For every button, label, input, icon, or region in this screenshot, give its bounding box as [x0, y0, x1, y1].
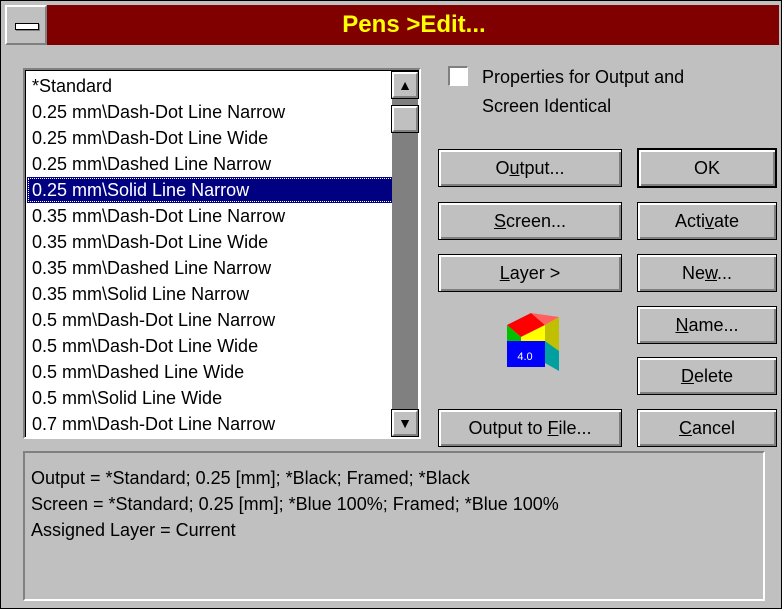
info-line-output: Output = *Standard; 0.25 [mm]; *Black; F…: [31, 468, 470, 488]
screen-button[interactable]: Screen...: [438, 202, 622, 240]
info-line-screen: Screen = *Standard; 0.25 [mm]; *Blue 100…: [31, 494, 559, 514]
list-item[interactable]: 0.35 mm\Dash-Dot Line Narrow: [27, 203, 394, 229]
list-item[interactable]: 0.5 mm\Solid Line Wide: [27, 385, 394, 411]
output-to-file-button[interactable]: Output to File...: [438, 409, 622, 447]
list-item-selected[interactable]: 0.25 mm\Solid Line Narrow: [27, 177, 394, 203]
pen-info-panel: Output = *Standard; 0.25 [mm]; *Black; F…: [23, 451, 765, 601]
output-button[interactable]: Output...: [438, 149, 622, 187]
list-item[interactable]: 0.35 mm\Solid Line Narrow: [27, 281, 394, 307]
list-item[interactable]: 0.25 mm\Dash-Dot Line Wide: [27, 125, 394, 151]
pen-list-items: *Standard 0.25 mm\Dash-Dot Line Narrow 0…: [27, 73, 394, 437]
list-scrollbar[interactable]: ▲ ▼: [392, 72, 418, 436]
info-line-layer: Assigned Layer = Current: [31, 520, 236, 540]
scroll-down-button[interactable]: ▼: [392, 410, 418, 436]
delete-button[interactable]: Delete: [637, 357, 777, 395]
pens-edit-dialog: Pens >Edit... *Standard 0.25 mm\Dash-Dot…: [0, 0, 782, 609]
product-logo-icon: 4.0: [507, 313, 559, 371]
scroll-thumb[interactable]: [392, 106, 418, 132]
list-item[interactable]: 0.25 mm\Dashed Line Narrow: [27, 151, 394, 177]
list-item[interactable]: 0.5 mm\Dashed Line Wide: [27, 359, 394, 385]
name-button[interactable]: Name...: [637, 306, 777, 344]
title-bar: Pens >Edit...: [5, 5, 779, 45]
cancel-button[interactable]: Cancel: [637, 409, 777, 447]
identical-properties-checkbox[interactable]: [448, 66, 468, 86]
arrow-up-icon: ▲: [398, 77, 412, 93]
pen-list[interactable]: *Standard 0.25 mm\Dash-Dot Line Narrow 0…: [23, 68, 421, 439]
list-item[interactable]: 0.7 mm\Dash-Dot Line Narrow: [27, 411, 394, 437]
new-button[interactable]: New...: [637, 254, 777, 292]
list-item[interactable]: 0.25 mm\Dash-Dot Line Narrow: [27, 99, 394, 125]
identical-properties-label[interactable]: Properties for Output and Screen Identic…: [482, 63, 772, 121]
list-item[interactable]: 0.35 mm\Dashed Line Narrow: [27, 255, 394, 281]
activate-button[interactable]: Activate: [637, 202, 777, 240]
list-item[interactable]: 0.35 mm\Dash-Dot Line Wide: [27, 229, 394, 255]
system-menu-icon: [15, 23, 39, 30]
layer-button[interactable]: Layer >: [438, 254, 622, 292]
scroll-up-button[interactable]: ▲: [392, 72, 418, 98]
list-item[interactable]: 0.5 mm\Dash-Dot Line Narrow: [27, 307, 394, 333]
system-menu-button[interactable]: [5, 5, 47, 45]
window-title: Pens >Edit...: [342, 11, 486, 38]
list-item[interactable]: 0.5 mm\Dash-Dot Line Wide: [27, 333, 394, 359]
list-item[interactable]: *Standard: [27, 73, 394, 99]
ok-button[interactable]: OK: [637, 148, 777, 188]
logo-version-label: 4.0: [517, 351, 532, 363]
arrow-down-icon: ▼: [398, 415, 412, 431]
